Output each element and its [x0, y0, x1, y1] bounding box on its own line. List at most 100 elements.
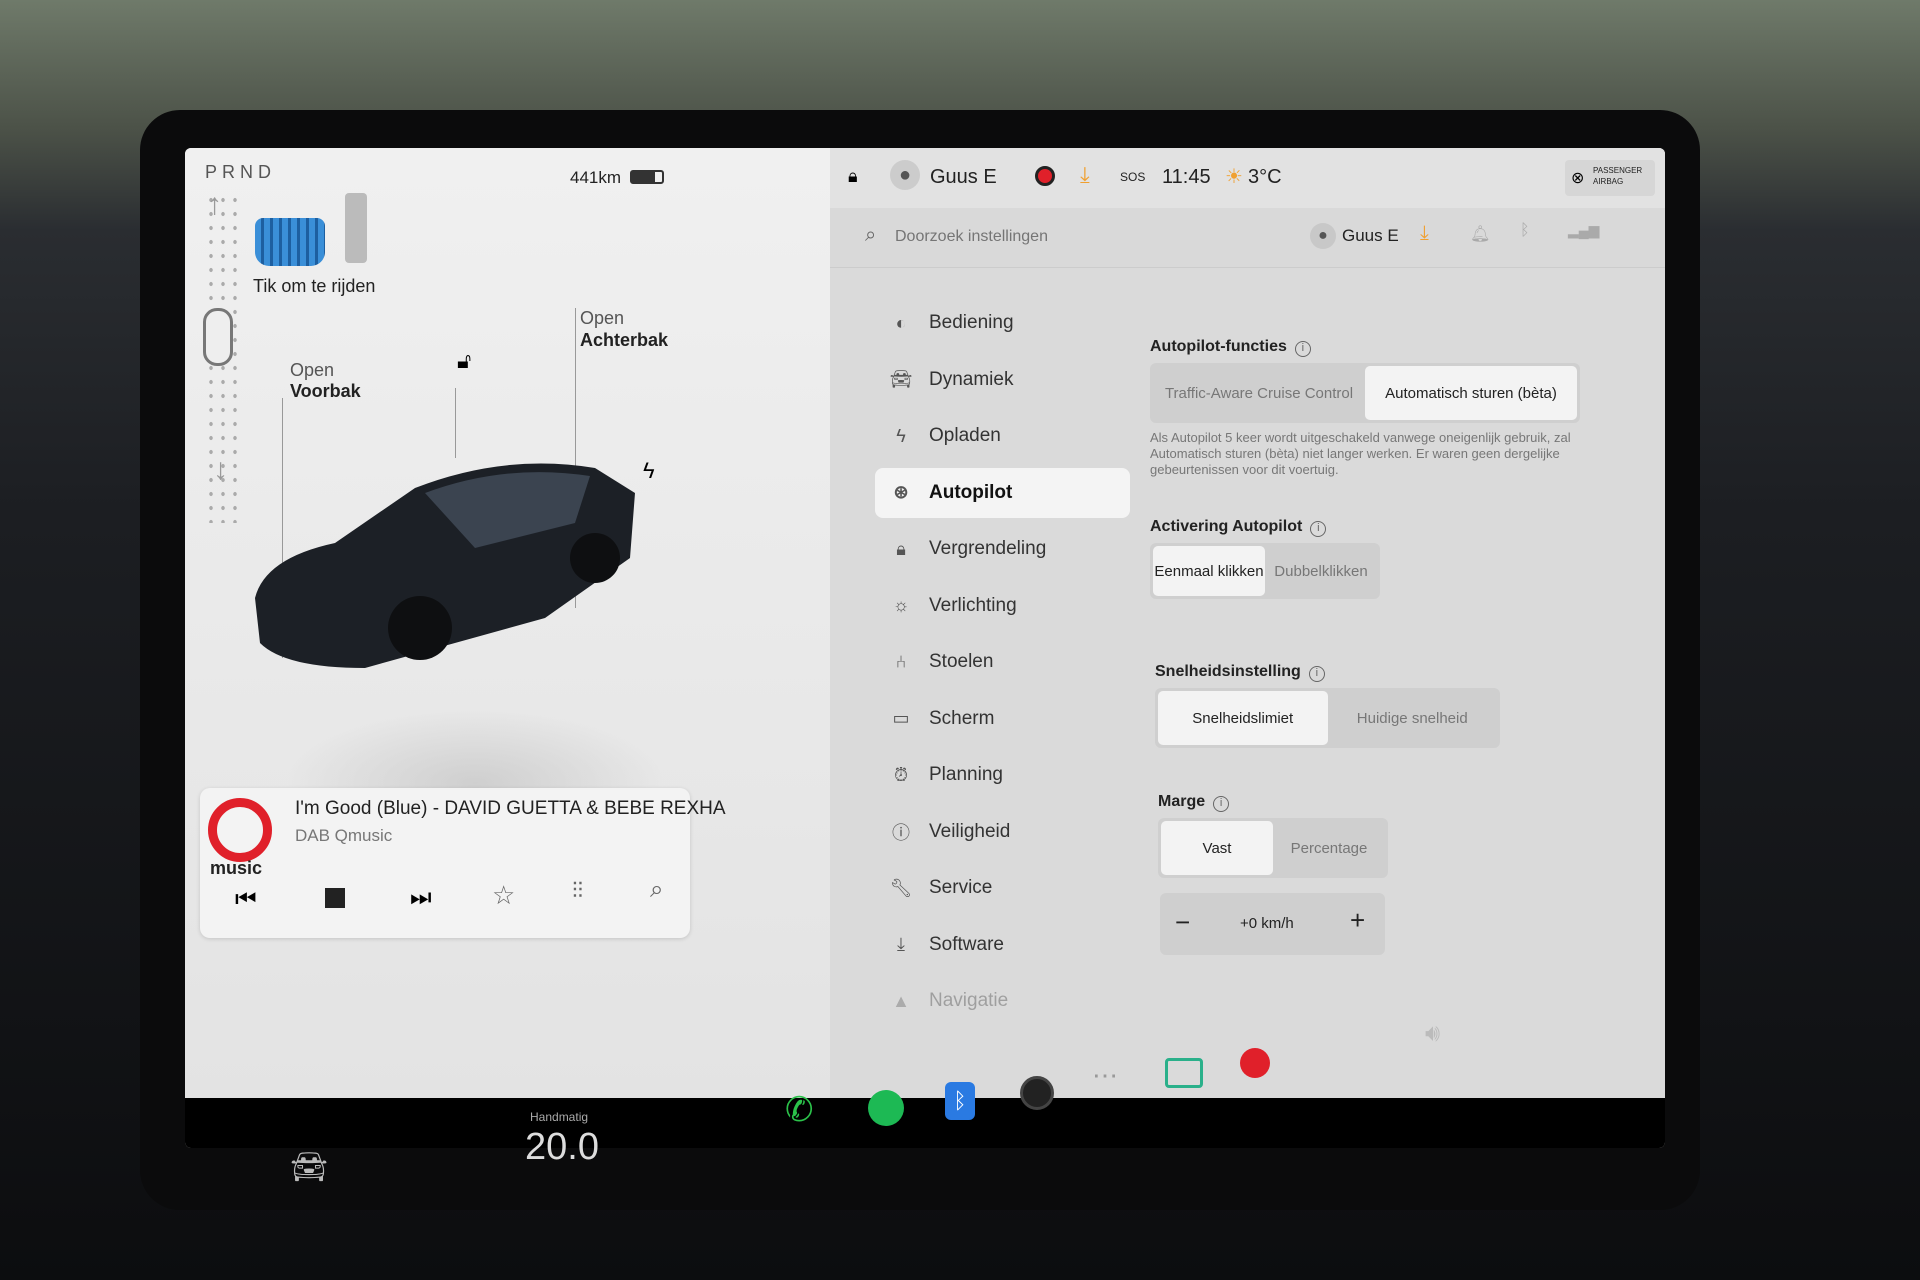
toggle-icon: ◐	[895, 312, 907, 333]
profile-name[interactable]: Guus E	[1342, 226, 1399, 246]
car-top-icon	[203, 308, 233, 366]
menu-item-dynamiek[interactable]: 🚘︎ Dynamiek	[875, 355, 1130, 405]
speed-setting-toggle: Snelheidslimiet Huidige snelheid	[1155, 688, 1500, 748]
bolt-icon: ϟ	[896, 425, 906, 446]
option-autosteer[interactable]: Automatisch sturen (bèta)	[1365, 366, 1577, 420]
autopilot-strike-note: Als Autopilot 5 keer wordt uitgeschakeld…	[1150, 430, 1571, 477]
option-traffic-aware-cruise-control[interactable]: Traffic-Aware Cruise Control	[1153, 366, 1365, 420]
bluetooth-icon[interactable]: ᛒ	[945, 1082, 975, 1120]
option-single-click[interactable]: Eenmaal klikken	[1153, 546, 1265, 596]
cabin-temperature[interactable]: 20.0	[525, 1126, 599, 1169]
camera-icon[interactable]	[1020, 1076, 1054, 1110]
climate-mode: Handmatig	[530, 1110, 589, 1124]
info-icon[interactable]: i	[1308, 666, 1325, 682]
menu-item-label: Stoelen	[929, 651, 994, 672]
menu-item-opladen[interactable]: ϟ Opladen	[875, 411, 1130, 461]
option-percentage[interactable]: Percentage	[1273, 821, 1385, 875]
lock-icon: 🔒︎	[896, 538, 906, 559]
sos-button[interactable]: SOS	[1120, 170, 1145, 184]
gear-selector[interactable]: PRND	[205, 162, 276, 183]
autopilot-functions-toggle: Traffic-Aware Cruise Control Automatisch…	[1150, 363, 1580, 423]
notification-bell-icon[interactable]: 🔔︎	[1470, 224, 1490, 244]
taskbar: 🚘︎ Handmatig 20.0 ✆ ᛒ ⋯ 🔊︎	[140, 1020, 1700, 1230]
navigation-icon: ▲	[892, 990, 910, 1011]
menu-item-label: Vergrendeling	[929, 538, 1047, 559]
speed-setting-title: Snelheidsinstelling i	[1155, 663, 1325, 682]
menu-item-bediening[interactable]: ◐ Bediening	[875, 298, 1130, 348]
dashcam-record-icon[interactable]	[1035, 166, 1055, 186]
menu-item-scherm[interactable]: ▭ Scherm	[875, 694, 1130, 744]
increase-button[interactable]: +	[1350, 905, 1365, 936]
spotify-icon[interactable]	[868, 1090, 904, 1126]
passenger-airbag-indicator: ⊗ PASSENGER AIRBAG	[1565, 160, 1655, 196]
qmusic-logo-text: music	[210, 858, 263, 878]
frunk-open-label[interactable]: Open	[290, 360, 334, 381]
stop-icon[interactable]	[325, 888, 345, 908]
decrease-button[interactable]: −	[1175, 907, 1190, 938]
settings-search-input[interactable]	[895, 222, 1195, 252]
tap-to-drive: Tik om te rijden	[253, 276, 376, 296]
accelerator-pedal-icon	[345, 193, 367, 263]
steering-wheel-icon: ⊛	[893, 482, 909, 502]
track-title: I'm Good (Blue) - DAVID GUETTA & BEBE RE…	[295, 798, 726, 819]
menu-item-veiligheid[interactable]: ⓘ Veiligheid	[875, 807, 1130, 857]
qmusic-logo	[208, 798, 272, 862]
youtube-music-icon[interactable]	[1240, 1048, 1270, 1078]
next-icon[interactable]: ⏭	[410, 884, 432, 912]
menu-item-label: Dynamiek	[929, 368, 1014, 390]
bluetooth-icon[interactable]: ᛒ	[1520, 222, 1530, 240]
menu-item-autopilot[interactable]: ⊛ Autopilot	[875, 467, 1130, 518]
airbag-off-icon: ⊗	[1571, 170, 1585, 187]
menu-item-stoelen[interactable]: ⑃ Stoelen	[875, 637, 1130, 687]
phone-icon[interactable]: ✆	[785, 1090, 814, 1130]
activation-toggle: Eenmaal klikken Dubbelklikken	[1150, 543, 1380, 599]
menu-item-vergrendeling[interactable]: 🔒︎ Vergrendeling	[875, 524, 1130, 574]
car-icon: 🚘︎	[889, 369, 913, 389]
option-double-click[interactable]: Dubbelklikken	[1265, 546, 1377, 596]
menu-item-service[interactable]: 🔧︎ Service	[875, 863, 1130, 913]
info-icon[interactable]: i	[1310, 521, 1327, 537]
menu-item-label: Opladen	[929, 425, 1001, 446]
brake-pedal-icon[interactable]	[255, 218, 325, 266]
toybox-icon[interactable]	[1165, 1058, 1203, 1088]
profile-name[interactable]: Guus E	[930, 166, 997, 189]
alarm-icon: ⏰︎	[893, 764, 909, 785]
info-icon[interactable]: i	[1294, 341, 1311, 357]
menu-item-label: Veiligheid	[929, 820, 1011, 842]
frunk-button[interactable]: Voorbak	[290, 381, 361, 402]
volume-icon[interactable]: 🔊︎	[1425, 1020, 1440, 1048]
profile-avatar[interactable]: ●	[890, 160, 920, 190]
option-speed-limit[interactable]: Snelheidslimiet	[1158, 691, 1328, 745]
search-icon[interactable]: ⌕	[650, 876, 663, 904]
sun-icon: ☀	[1225, 166, 1243, 188]
outside-temperature: 3°C	[1248, 166, 1282, 188]
info-icon[interactable]: i	[1213, 796, 1230, 812]
more-apps-icon[interactable]: ⋯	[1092, 1060, 1118, 1091]
light-icon: ☼	[892, 595, 910, 615]
menu-item-navigatie[interactable]: ▲ Navigatie	[875, 976, 1130, 1026]
menu-item-verlichting[interactable]: ☼ Verlichting	[875, 581, 1130, 631]
download-icon[interactable]: ⤓	[1420, 222, 1429, 245]
equalizer-icon[interactable]: ⫶⫶	[572, 878, 583, 904]
previous-icon[interactable]: ⏮	[235, 886, 257, 914]
option-fixed[interactable]: Vast	[1161, 821, 1273, 875]
settings-search-bar: ⌕ ● Guus E ⤓ 🔔︎ ᛒ ▂▄▆	[830, 208, 1665, 268]
menu-item-software[interactable]: ⤓ Software	[875, 920, 1130, 970]
arrow-up-icon: ↑	[207, 188, 222, 221]
autopilot-functions-title: Autopilot-functies i	[1150, 338, 1311, 357]
trunk-button[interactable]: Achterbak	[580, 330, 668, 351]
trunk-open-label[interactable]: Open	[580, 308, 624, 329]
range-readout: 441km	[570, 168, 622, 187]
menu-item-label: Planning	[929, 764, 1003, 785]
car-icon[interactable]: 🚘︎	[290, 1150, 328, 1185]
profile-avatar[interactable]: ●	[1310, 223, 1336, 249]
favorite-star-icon[interactable]: ☆	[492, 880, 515, 911]
download-icon[interactable]: ⤓	[1080, 162, 1090, 188]
lock-icon[interactable]: 🔒︎	[848, 166, 858, 187]
option-current-speed[interactable]: Huidige snelheid	[1328, 691, 1498, 745]
menu-item-planning[interactable]: ⏰︎ Planning	[875, 750, 1130, 800]
unlock-icon[interactable]: 🔓︎	[457, 348, 471, 374]
status-bar: 🔒︎ ● Guus E ⤓ SOS 11:45 ☀ 3°C ⊗ PASSENGE…	[830, 148, 1665, 208]
margin-type-toggle: Vast Percentage	[1158, 818, 1388, 878]
safety-icon: ⓘ	[892, 822, 910, 843]
